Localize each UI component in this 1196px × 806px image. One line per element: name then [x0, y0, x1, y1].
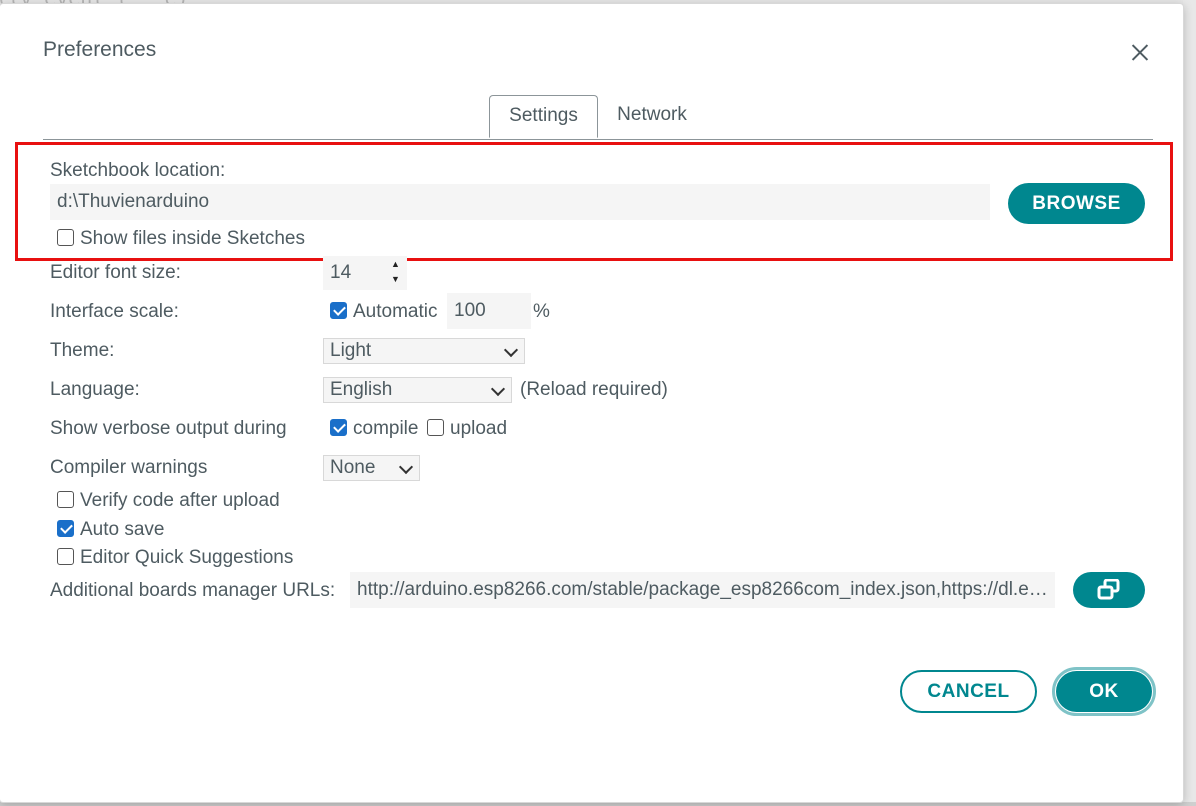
quick-suggestions-checkbox[interactable] [57, 548, 74, 565]
language-select[interactable]: English [323, 377, 512, 403]
tab-divider [43, 139, 1153, 140]
sketchbook-location-input[interactable]: d:\Thuvienarduino [50, 184, 990, 220]
show-files-label: Show files inside Sketches [80, 228, 305, 249]
verify-code-label: Verify code after upload [80, 490, 280, 511]
background-bottom-edge [0, 802, 1196, 806]
spin-down-icon[interactable]: ▼ [391, 274, 400, 284]
compile-label: compile [353, 418, 419, 439]
browse-button[interactable]: BROWSE [1008, 183, 1145, 224]
upload-checkbox[interactable] [427, 419, 444, 436]
scale-unit: % [533, 301, 550, 322]
theme-select[interactable]: Light [323, 338, 525, 364]
chevron-down-icon [398, 459, 414, 475]
compiler-warnings-select[interactable]: None [323, 455, 420, 481]
automatic-checkbox[interactable] [330, 302, 347, 319]
editor-font-size-label: Editor font size: [50, 262, 181, 283]
compiler-warnings-label: Compiler warnings [50, 457, 208, 478]
dialog-title: Preferences [43, 38, 157, 61]
ok-button[interactable]: OK [1056, 671, 1152, 712]
open-window-icon [1097, 578, 1120, 600]
interface-scale-label: Interface scale: [50, 301, 179, 322]
tab-network[interactable]: Network [602, 95, 702, 135]
cancel-button[interactable]: CANCEL [900, 670, 1037, 713]
tab-settings[interactable]: Settings [489, 95, 598, 138]
background-right-edge [1183, 0, 1196, 806]
verify-code-checkbox[interactable] [57, 491, 74, 508]
spin-up-icon[interactable]: ▲ [391, 259, 400, 269]
reload-note: (Reload required) [520, 379, 668, 400]
theme-selected: Light [330, 340, 372, 361]
auto-save-checkbox[interactable] [57, 520, 74, 537]
show-files-checkbox[interactable] [57, 229, 74, 246]
preferences-dialog: Preferences Settings Network Sketchbook … [0, 4, 1183, 802]
compile-checkbox[interactable] [330, 419, 347, 436]
close-icon[interactable] [1127, 40, 1153, 66]
language-label: Language: [50, 379, 140, 400]
quick-suggestions-label: Editor Quick Suggestions [80, 547, 294, 568]
language-selected: English [330, 379, 393, 400]
chevron-down-icon [503, 342, 519, 358]
open-urls-button[interactable] [1073, 572, 1145, 608]
sketchbook-label: Sketchbook location: [50, 160, 226, 181]
auto-save-label: Auto save [80, 519, 165, 540]
boards-urls-label: Additional boards manager URLs: [50, 580, 336, 601]
boards-urls-input[interactable]: http://arduino.esp8266.com/stable/packag… [350, 572, 1055, 608]
verbose-label: Show verbose output during [50, 418, 287, 439]
upload-label: upload [450, 418, 508, 439]
compiler-warnings-selected: None [330, 457, 376, 478]
theme-label: Theme: [50, 340, 115, 361]
automatic-label: Automatic [353, 301, 438, 322]
chevron-down-icon [490, 381, 506, 397]
interface-scale-input[interactable]: 100 [447, 293, 531, 329]
